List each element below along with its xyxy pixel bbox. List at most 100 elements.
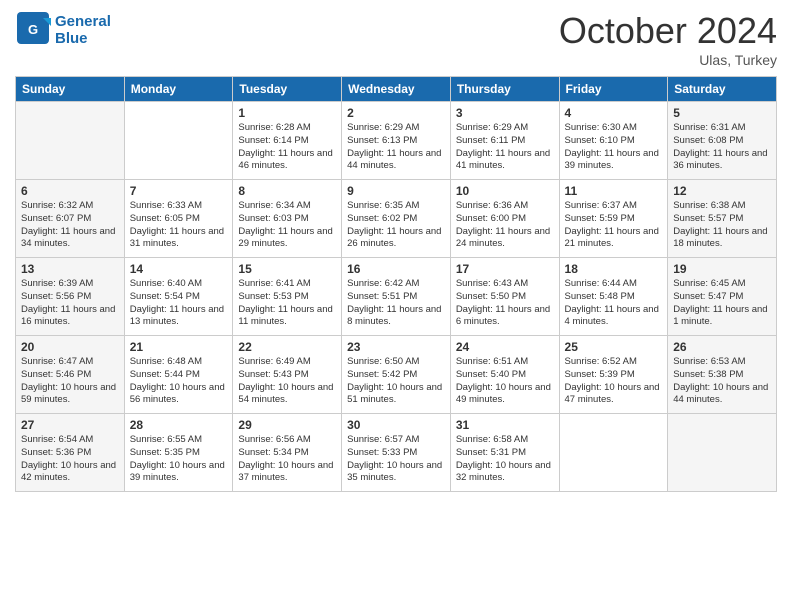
day-info: Sunrise: 6:34 AMSunset: 6:03 PMDaylight:…: [238, 200, 336, 251]
day-info: Sunrise: 6:52 AMSunset: 5:39 PMDaylight:…: [565, 356, 663, 407]
calendar-cell: 31 Sunrise: 6:58 AMSunset: 5:31 PMDayligh…: [450, 414, 559, 492]
day-info: Sunrise: 6:33 AMSunset: 6:05 PMDaylight:…: [130, 200, 228, 251]
day-info: Sunrise: 6:58 AMSunset: 5:31 PMDaylight:…: [456, 434, 554, 485]
logo-general: General: [55, 14, 111, 31]
calendar-cell: [16, 102, 125, 180]
calendar-cell: 23Sunrise: 6:50 AMSunset: 5:42 PMDayligh…: [342, 336, 451, 414]
day-number: 18: [565, 262, 663, 276]
day-number: 27: [21, 418, 119, 432]
day-info: Sunrise: 6:42 AMSunset: 5:51 PMDaylight:…: [347, 278, 445, 329]
day-info: Sunrise: 6:48 AMSunset: 5:44 PMDaylight:…: [130, 356, 228, 407]
day-info: Sunrise: 6:57 AMSunset: 5:33 PMDaylight:…: [347, 434, 445, 485]
day-number: 4: [565, 106, 663, 120]
week-row-2: 6 Sunrise: 6:32 AMSunset: 6:07 PMDaylight…: [16, 180, 777, 258]
calendar-cell: 9 Sunrise: 6:35 AMSunset: 6:02 PMDaylight…: [342, 180, 451, 258]
day-info: Sunrise: 6:35 AMSunset: 6:02 PMDaylight:…: [347, 200, 445, 251]
day-number: 29: [238, 418, 336, 432]
weekday-header-friday: Friday: [559, 77, 668, 102]
day-info: Sunrise: 6:32 AMSunset: 6:07 PMDaylight:…: [21, 200, 119, 251]
day-info: Sunrise: 6:41 AMSunset: 5:53 PMDaylight:…: [238, 278, 336, 329]
week-row-4: 20Sunrise: 6:47 AMSunset: 5:46 PMDayligh…: [16, 336, 777, 414]
logo-blue: Blue: [55, 31, 111, 48]
weekday-header-thursday: Thursday: [450, 77, 559, 102]
day-info: Sunrise: 6:36 AMSunset: 6:00 PMDaylight:…: [456, 200, 554, 251]
month-title: October 2024: [559, 10, 777, 52]
day-info: Sunrise: 6:43 AMSunset: 5:50 PMDaylight:…: [456, 278, 554, 329]
day-number: 17: [456, 262, 554, 276]
day-number: 11: [565, 184, 663, 198]
calendar-cell: 13 Sunrise: 6:39 AMSunset: 5:56 PMDayligh…: [16, 258, 125, 336]
weekday-header-tuesday: Tuesday: [233, 77, 342, 102]
day-number: 13: [21, 262, 119, 276]
day-info: Sunrise: 6:49 AMSunset: 5:43 PMDaylight:…: [238, 356, 336, 407]
calendar-cell: 17 Sunrise: 6:43 AMSunset: 5:50 PMDayligh…: [450, 258, 559, 336]
calendar-cell: 20Sunrise: 6:47 AMSunset: 5:46 PMDayligh…: [16, 336, 125, 414]
calendar-cell: 22 Sunrise: 6:49 AMSunset: 5:43 PMDayligh…: [233, 336, 342, 414]
day-number: 1: [238, 106, 336, 120]
day-info: Sunrise: 6:55 AMSunset: 5:35 PMDaylight:…: [130, 434, 228, 485]
calendar-cell: 10 Sunrise: 6:36 AMSunset: 6:00 PMDayligh…: [450, 180, 559, 258]
calendar-cell: 3Sunrise: 6:29 AMSunset: 6:11 PMDaylight…: [450, 102, 559, 180]
calendar-cell: [559, 414, 668, 492]
calendar-page: G General Blue October 2024 Ulas, Turkey…: [0, 0, 792, 612]
calendar-cell: 25Sunrise: 6:52 AMSunset: 5:39 PMDayligh…: [559, 336, 668, 414]
weekday-header-saturday: Saturday: [668, 77, 777, 102]
calendar-cell: 12Sunrise: 6:38 AMSunset: 5:57 PMDayligh…: [668, 180, 777, 258]
calendar-cell: 5Sunrise: 6:31 AMSunset: 6:08 PMDaylight…: [668, 102, 777, 180]
calendar-cell: 4Sunrise: 6:30 AMSunset: 6:10 PMDaylight…: [559, 102, 668, 180]
day-info: Sunrise: 6:53 AMSunset: 5:38 PMDaylight:…: [673, 356, 771, 407]
day-number: 14: [130, 262, 228, 276]
day-info: Sunrise: 6:54 AMSunset: 5:36 PMDaylight:…: [21, 434, 119, 485]
logo: G General Blue: [15, 10, 111, 51]
calendar-cell: 24 Sunrise: 6:51 AMSunset: 5:40 PMDayligh…: [450, 336, 559, 414]
day-number: 2: [347, 106, 445, 120]
calendar-table: SundayMondayTuesdayWednesdayThursdayFrid…: [15, 76, 777, 492]
calendar-cell: 26 Sunrise: 6:53 AMSunset: 5:38 PMDayligh…: [668, 336, 777, 414]
day-info: Sunrise: 6:56 AMSunset: 5:34 PMDaylight:…: [238, 434, 336, 485]
day-number: 22: [238, 340, 336, 354]
day-number: 28: [130, 418, 228, 432]
calendar-cell: 30Sunrise: 6:57 AMSunset: 5:33 PMDayligh…: [342, 414, 451, 492]
day-info: Sunrise: 6:50 AMSunset: 5:42 PMDaylight:…: [347, 356, 445, 407]
day-number: 10: [456, 184, 554, 198]
calendar-cell: 16 Sunrise: 6:42 AMSunset: 5:51 PMDayligh…: [342, 258, 451, 336]
day-number: 19: [673, 262, 771, 276]
day-info: Sunrise: 6:44 AMSunset: 5:48 PMDaylight:…: [565, 278, 663, 329]
svg-text:G: G: [28, 22, 38, 37]
day-number: 26: [673, 340, 771, 354]
day-info: Sunrise: 6:29 AMSunset: 6:11 PMDaylight:…: [456, 122, 554, 173]
calendar-cell: 1 Sunrise: 6:28 AMSunset: 6:14 PMDaylight…: [233, 102, 342, 180]
day-info: Sunrise: 6:51 AMSunset: 5:40 PMDaylight:…: [456, 356, 554, 407]
day-number: 24: [456, 340, 554, 354]
title-block: October 2024 Ulas, Turkey: [559, 10, 777, 68]
calendar-cell: 14Sunrise: 6:40 AMSunset: 5:54 PMDayligh…: [124, 258, 233, 336]
day-info: Sunrise: 6:39 AMSunset: 5:56 PMDaylight:…: [21, 278, 119, 329]
week-row-3: 13 Sunrise: 6:39 AMSunset: 5:56 PMDayligh…: [16, 258, 777, 336]
day-info: Sunrise: 6:37 AMSunset: 5:59 PMDaylight:…: [565, 200, 663, 251]
day-info: Sunrise: 6:29 AMSunset: 6:13 PMDaylight:…: [347, 122, 445, 173]
day-number: 15: [238, 262, 336, 276]
day-number: 31: [456, 418, 554, 432]
day-number: 21: [130, 340, 228, 354]
calendar-cell: 21 Sunrise: 6:48 AMSunset: 5:44 PMDayligh…: [124, 336, 233, 414]
day-info: Sunrise: 6:28 AMSunset: 6:14 PMDaylight:…: [238, 122, 336, 173]
location-subtitle: Ulas, Turkey: [559, 52, 777, 68]
calendar-cell: 15 Sunrise: 6:41 AMSunset: 5:53 PMDayligh…: [233, 258, 342, 336]
day-number: 7: [130, 184, 228, 198]
calendar-cell: 19Sunrise: 6:45 AMSunset: 5:47 PMDayligh…: [668, 258, 777, 336]
calendar-cell: 11 Sunrise: 6:37 AMSunset: 5:59 PMDayligh…: [559, 180, 668, 258]
day-info: Sunrise: 6:47 AMSunset: 5:46 PMDaylight:…: [21, 356, 119, 407]
calendar-cell: 6 Sunrise: 6:32 AMSunset: 6:07 PMDaylight…: [16, 180, 125, 258]
day-number: 16: [347, 262, 445, 276]
week-row-1: 1 Sunrise: 6:28 AMSunset: 6:14 PMDaylight…: [16, 102, 777, 180]
weekday-header-monday: Monday: [124, 77, 233, 102]
calendar-cell: 7 Sunrise: 6:33 AMSunset: 6:05 PMDaylight…: [124, 180, 233, 258]
day-info: Sunrise: 6:31 AMSunset: 6:08 PMDaylight:…: [673, 122, 771, 173]
day-number: 6: [21, 184, 119, 198]
calendar-cell: 29 Sunrise: 6:56 AMSunset: 5:34 PMDayligh…: [233, 414, 342, 492]
calendar-cell: 2 Sunrise: 6:29 AMSunset: 6:13 PMDaylight…: [342, 102, 451, 180]
calendar-cell: 18 Sunrise: 6:44 AMSunset: 5:48 PMDayligh…: [559, 258, 668, 336]
weekday-header-sunday: Sunday: [16, 77, 125, 102]
calendar-cell: [668, 414, 777, 492]
day-number: 9: [347, 184, 445, 198]
